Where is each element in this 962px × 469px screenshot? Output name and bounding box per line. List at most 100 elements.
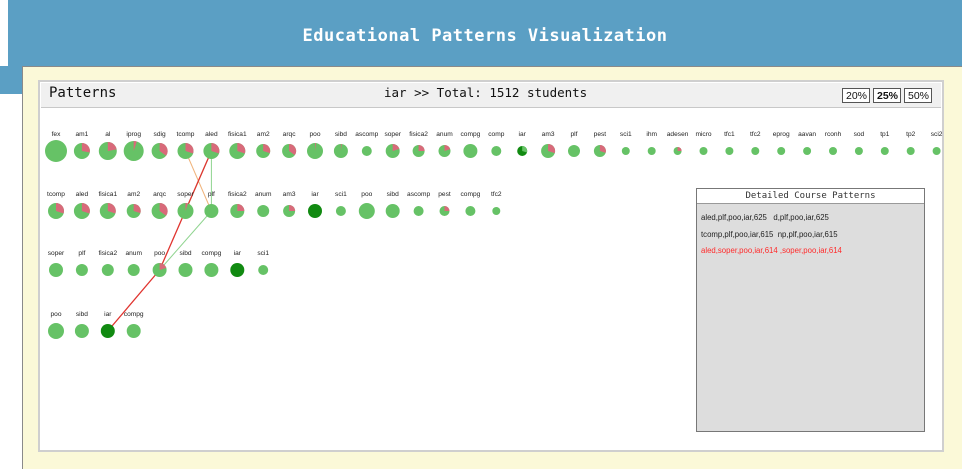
course-pass-circle xyxy=(75,264,88,276)
course-node-iar[interactable]: iar xyxy=(517,131,528,156)
course-label: anum xyxy=(436,131,453,138)
course-label: sci1 xyxy=(335,191,347,198)
course-pass-circle xyxy=(258,265,269,275)
course-pass-circle xyxy=(413,206,424,216)
course-node-eprog[interactable]: eprog xyxy=(773,131,790,155)
course-pass-circle xyxy=(492,207,501,215)
course-node-poo[interactable]: poo xyxy=(152,250,167,277)
course-node-sci1[interactable]: sci1 xyxy=(257,250,269,275)
course-node-am2[interactable]: am2 xyxy=(256,131,271,158)
course-node-am1[interactable]: am1 xyxy=(73,131,90,159)
course-node-soper[interactable]: soper xyxy=(48,250,65,277)
course-fail-slice xyxy=(81,143,90,153)
course-pass-circle xyxy=(204,204,219,218)
course-pass-circle xyxy=(49,263,63,277)
course-pass-circle xyxy=(126,324,141,338)
course-label: am1 xyxy=(75,131,88,138)
course-pass-circle xyxy=(127,264,140,276)
course-node-poo[interactable]: poo xyxy=(48,311,64,339)
course-label: arqc xyxy=(283,131,297,138)
course-node-arqc[interactable]: arqc xyxy=(151,191,168,219)
course-node-tfc2[interactable]: tfc2 xyxy=(750,131,761,155)
course-node-aavan[interactable]: aavan xyxy=(798,131,816,155)
course-fail-slice xyxy=(237,204,245,211)
course-node-ascomp[interactable]: ascomp xyxy=(355,131,379,156)
course-pass-circle xyxy=(204,263,219,277)
course-node-sibd[interactable]: sibd xyxy=(385,191,400,218)
course-node-iar[interactable]: iar xyxy=(308,191,322,218)
course-node-anum[interactable]: anum xyxy=(255,191,272,217)
course-label: ascomp xyxy=(407,191,430,198)
course-pass-circle xyxy=(101,264,114,276)
course-fail-slice xyxy=(289,205,296,211)
course-node-plf[interactable]: plf xyxy=(75,250,88,276)
course-label: tcomp xyxy=(47,191,65,198)
course-label: aled xyxy=(205,131,218,138)
course-pass-circle xyxy=(906,147,915,155)
course-node-am3[interactable]: am3 xyxy=(541,131,556,158)
course-node-fisica1[interactable]: fisica1 xyxy=(98,191,117,219)
course-node-tfc2[interactable]: tfc2 xyxy=(491,191,502,215)
course-label: aavan xyxy=(798,131,816,138)
course-node-fisica2[interactable]: fisica2 xyxy=(98,250,117,276)
course-node-rconh[interactable]: rconh xyxy=(825,131,842,155)
detail-pattern-line[interactable]: aled,plf,poo,iar,625 d,plf,poo,iar,625 xyxy=(701,213,829,222)
course-node-ihm[interactable]: ihm xyxy=(646,131,658,155)
course-node-arqc[interactable]: arqc xyxy=(282,131,296,158)
course-node-ascomp[interactable]: ascomp xyxy=(407,191,430,216)
course-node-compg[interactable]: compg xyxy=(124,311,144,338)
course-node-tp1[interactable]: tp1 xyxy=(880,131,890,155)
course-node-soper[interactable]: soper xyxy=(177,191,195,219)
course-node-comp[interactable]: comp xyxy=(488,131,505,156)
course-node-tcomp[interactable]: tcomp xyxy=(47,191,65,219)
course-node-pest[interactable]: pest xyxy=(594,131,607,157)
detail-pattern-line[interactable]: tcomp,plf,poo,iar,615 np,plf,poo,iar,615 xyxy=(701,230,838,239)
course-node-compg[interactable]: compg xyxy=(461,191,481,216)
course-node-sibd[interactable]: sibd xyxy=(74,311,89,338)
course-label: sibd xyxy=(76,311,88,318)
course-node-iprog[interactable]: iprog xyxy=(123,131,144,161)
course-node-am2[interactable]: am2 xyxy=(126,191,141,218)
course-node-sci1[interactable]: sci1 xyxy=(335,191,347,216)
course-node-sci1[interactable]: sci1 xyxy=(620,131,632,155)
course-node-soper[interactable]: soper xyxy=(384,131,402,158)
course-node-plf[interactable]: plf xyxy=(204,191,219,218)
course-node-plf[interactable]: plf xyxy=(568,131,580,157)
course-node-compg[interactable]: compg xyxy=(202,250,222,277)
course-pass-circle xyxy=(465,206,476,216)
course-node-sci2[interactable]: sci2 xyxy=(931,131,943,155)
course-node-tfc1[interactable]: tfc1 xyxy=(724,131,735,155)
course-label: plf xyxy=(571,131,578,138)
course-node-aled[interactable]: aled xyxy=(203,131,220,159)
course-node-fisica2[interactable]: fisica2 xyxy=(409,131,428,157)
course-node-al[interactable]: al xyxy=(98,131,117,160)
course-node-anum[interactable]: anum xyxy=(436,131,453,157)
course-node-pest[interactable]: pest xyxy=(438,191,451,216)
course-node-fex[interactable]: fex xyxy=(45,131,67,162)
course-node-fisica2[interactable]: fisica2 xyxy=(228,191,247,218)
course-node-fisica1[interactable]: fisica1 xyxy=(228,131,247,159)
course-node-aled[interactable]: aled xyxy=(73,191,90,219)
course-label: pest xyxy=(438,191,451,198)
course-node-micro[interactable]: micro xyxy=(695,131,712,155)
detail-pattern-line-highlighted[interactable]: aled,soper,poo,iar,614 ,soper,poo,iar,61… xyxy=(701,246,842,255)
course-label: fex xyxy=(52,131,61,138)
pattern-edge xyxy=(159,210,212,271)
course-label: sibd xyxy=(179,250,191,257)
course-label: soper xyxy=(384,131,401,138)
course-node-sod[interactable]: sod xyxy=(854,131,865,155)
course-node-sdig[interactable]: sdig xyxy=(151,131,168,159)
course-node-sibd[interactable]: sibd xyxy=(178,250,193,277)
course-node-adesen[interactable]: adesen xyxy=(667,131,689,155)
course-node-am3[interactable]: am3 xyxy=(283,191,296,217)
course-node-iar[interactable]: iar xyxy=(230,250,245,277)
course-node-tp2[interactable]: tp2 xyxy=(906,131,916,155)
course-node-poo[interactable]: poo xyxy=(358,191,375,219)
course-node-anum[interactable]: anum xyxy=(125,250,142,276)
course-node-tcomp[interactable]: tcomp xyxy=(177,131,195,159)
course-node-poo[interactable]: poo xyxy=(307,131,323,159)
course-label: tfc2 xyxy=(491,191,502,198)
course-node-compg[interactable]: compg xyxy=(461,131,481,158)
course-label: plf xyxy=(208,191,215,198)
course-node-sibd[interactable]: sibd xyxy=(333,131,348,158)
